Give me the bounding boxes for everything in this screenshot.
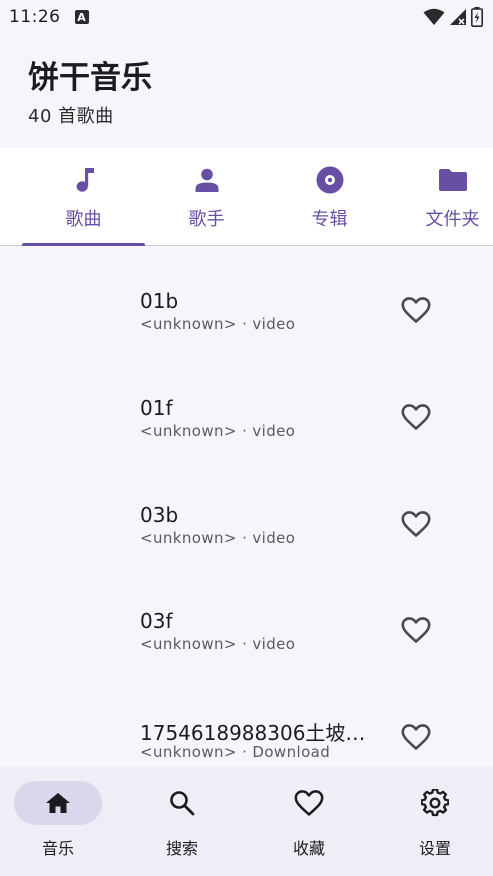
- heart-icon: [294, 790, 324, 816]
- notification-a-icon: A: [74, 10, 89, 24]
- tab-albums[interactable]: 专辑: [268, 148, 391, 246]
- song-list[interactable]: 01b <unknown> · video 01f <unknown> · vi…: [0, 247, 493, 767]
- song-subtitle: <unknown> · Download: [140, 743, 331, 761]
- search-icon: [170, 791, 195, 816]
- tab-bar: 歌曲 歌手 专辑 文件夹: [0, 148, 493, 246]
- song-title: 01f: [140, 396, 173, 420]
- nav-label-settings: 设置: [418, 839, 451, 858]
- tab-songs[interactable]: 歌曲: [22, 148, 145, 246]
- status-right: [423, 7, 483, 27]
- tab-artists[interactable]: 歌手: [145, 148, 268, 246]
- nav-active-pill: [14, 781, 102, 825]
- favorite-button[interactable]: [400, 614, 432, 646]
- album-icon: [316, 166, 344, 194]
- song-row[interactable]: 03f <unknown> · video: [0, 587, 493, 693]
- tab-label-songs: 歌曲: [65, 209, 102, 230]
- song-count: 40 首歌曲: [28, 106, 114, 127]
- heart-outline-icon: [401, 617, 431, 643]
- folder-icon: [438, 166, 468, 194]
- tab-label-albums: 专辑: [311, 209, 348, 230]
- song-title: 03b: [140, 503, 179, 527]
- nav-item-settings[interactable]: 设置: [390, 781, 480, 861]
- status-bar: 11:26 A: [0, 0, 493, 34]
- song-title: 03f: [140, 609, 173, 633]
- settings-icon: [421, 789, 449, 817]
- song-title: 1754618988306土坡上…: [140, 721, 385, 745]
- favorite-button[interactable]: [400, 401, 432, 433]
- song-row[interactable]: 1754618988306土坡上… <unknown> · Download: [0, 693, 493, 767]
- tab-label-artists: 歌手: [188, 209, 225, 230]
- tab-folders[interactable]: 文件夹: [391, 148, 493, 246]
- home-icon: [46, 793, 70, 813]
- favorite-button[interactable]: [400, 294, 432, 326]
- cell-signal-icon: [450, 9, 466, 25]
- nav-item-music[interactable]: 音乐: [13, 781, 103, 861]
- heart-outline-icon: [401, 297, 431, 323]
- status-time: 11:26: [9, 7, 61, 27]
- nav-pill: [138, 781, 226, 825]
- heart-outline-icon: [401, 511, 431, 537]
- song-subtitle: <unknown> · video: [140, 529, 296, 547]
- nav-pill: [391, 781, 479, 825]
- song-subtitle: <unknown> · video: [140, 315, 296, 333]
- favorite-button[interactable]: [400, 508, 432, 540]
- nav-label-search: 搜索: [165, 839, 198, 858]
- heart-outline-icon: [401, 404, 431, 430]
- song-row[interactable]: 01b <unknown> · video: [0, 267, 493, 373]
- app-title: 饼干音乐: [28, 60, 152, 96]
- wifi-icon: [423, 8, 445, 25]
- song-row[interactable]: 01f <unknown> · video: [0, 373, 493, 479]
- favorite-button[interactable]: [400, 721, 432, 753]
- nav-label-music: 音乐: [41, 839, 74, 858]
- nav-pill: [265, 781, 353, 825]
- nav-label-favorites: 收藏: [292, 839, 325, 858]
- song-subtitle: <unknown> · video: [140, 422, 296, 440]
- heart-outline-icon: [401, 724, 431, 750]
- song-row[interactable]: 03b <unknown> · video: [0, 480, 493, 586]
- song-title: 01b: [140, 289, 179, 313]
- page-header: 饼干音乐 40 首歌曲: [28, 56, 152, 128]
- nav-item-favorites[interactable]: 收藏: [264, 781, 354, 861]
- bottom-nav: 音乐 搜索 收藏 设置: [0, 767, 493, 876]
- tab-indicator: [22, 243, 145, 246]
- tab-label-folders: 文件夹: [425, 209, 480, 230]
- song-subtitle: <unknown> · video: [140, 635, 296, 653]
- person-icon: [194, 166, 220, 194]
- music-note-icon: [73, 166, 95, 194]
- nav-item-search[interactable]: 搜索: [137, 781, 227, 861]
- battery-icon: [471, 7, 483, 27]
- status-left: 11:26 A: [9, 7, 89, 27]
